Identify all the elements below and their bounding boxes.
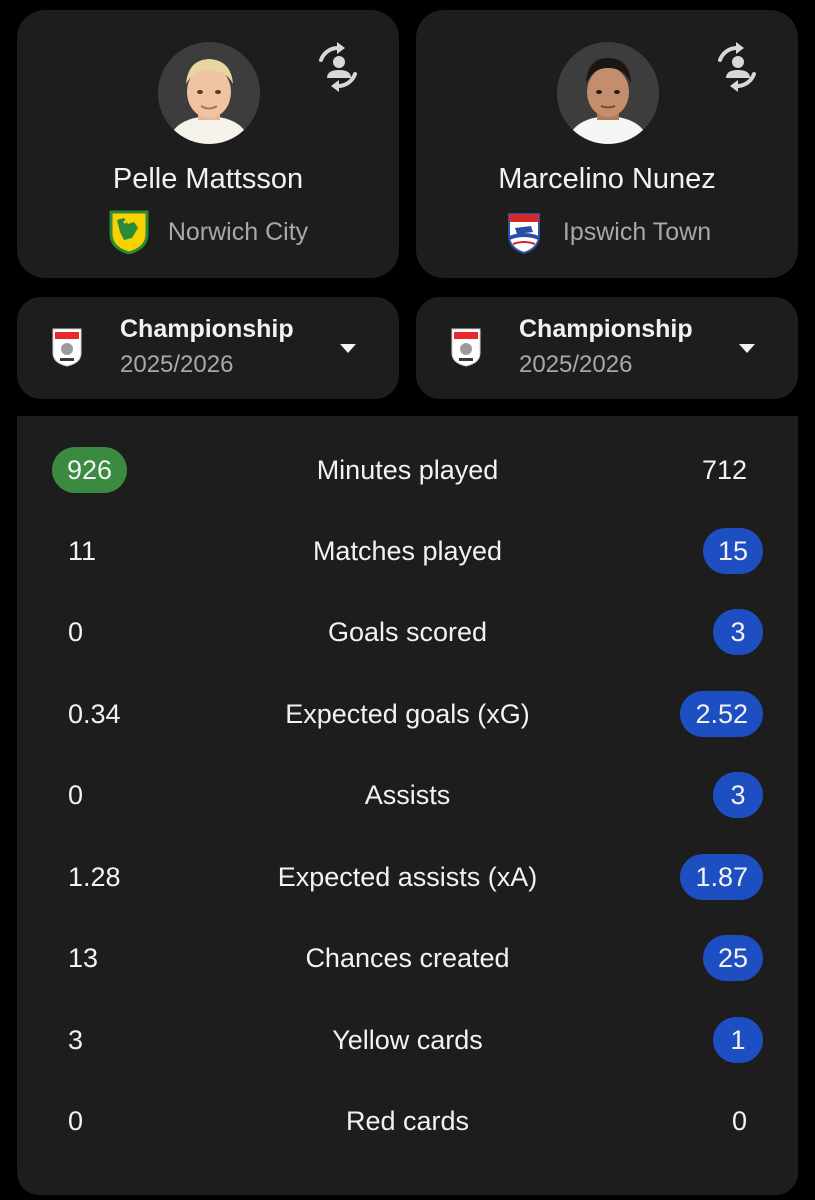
player-avatar-left (158, 42, 260, 144)
stat-label: Minutes played (316, 455, 499, 485)
norwich-city-logo-icon (109, 210, 149, 254)
stat-value-right: 25 (702, 935, 763, 981)
stat-row: 0.34 Expected goals (xG) 2.52 (17, 684, 798, 744)
stat-label: Red cards (345, 1106, 470, 1136)
stat-value-right: 712 (701, 455, 747, 485)
stat-label: Assists (364, 780, 451, 810)
stats-comparison-table: 926 Minutes played 712 11 Matches played… (17, 416, 798, 1195)
team-row-left[interactable]: Norwich City (17, 210, 399, 254)
championship-logo-icon (450, 327, 482, 367)
league-selector-left[interactable]: Championship 2025/2026 (17, 297, 399, 399)
stat-label: Chances created (305, 943, 510, 973)
player-name-right: Marcelino Nunez (498, 163, 716, 195)
stat-row: 0 Goals scored 3 (17, 602, 798, 662)
stat-row: 0 Red cards 0 (17, 1091, 798, 1151)
player-avatar-right (557, 42, 659, 144)
stat-value-right: 3 (713, 609, 763, 655)
stat-row: 13 Chances created 25 (17, 928, 798, 988)
stat-row: 1.28 Expected assists (xA) 1.87 (17, 847, 798, 907)
chevron-down-icon[interactable] (339, 342, 357, 354)
league-selector-right[interactable]: Championship 2025/2026 (416, 297, 798, 399)
swap-player-icon[interactable] (311, 40, 365, 94)
stat-row: 0 Assists 3 (17, 765, 798, 825)
league-season-left: 2025/2026 (120, 351, 234, 378)
player-name-left: Pelle Mattsson (112, 163, 304, 195)
stat-value-right: 3 (713, 772, 763, 818)
stat-value-right: 1 (713, 1017, 763, 1063)
chevron-down-icon[interactable] (738, 342, 756, 354)
stat-value-right: 1.87 (680, 854, 763, 900)
stat-label: Goals scored (327, 617, 488, 647)
stat-row: 3 Yellow cards 1 (17, 1010, 798, 1070)
ipswich-town-logo-icon (507, 213, 540, 254)
team-name-left: Norwich City (167, 217, 309, 246)
team-name-right: Ipswich Town (562, 217, 712, 246)
stat-value-right: 0 (731, 1106, 747, 1136)
league-name-left: Championship (120, 315, 294, 343)
stat-label: Yellow cards (332, 1025, 483, 1055)
league-season-right: 2025/2026 (519, 351, 633, 378)
player-card-left[interactable]: Pelle Mattsson Norwich City (17, 10, 399, 278)
stat-row: 11 Matches played 15 (17, 521, 798, 581)
player-card-right[interactable]: Marcelino Nunez Ipswich Town (416, 10, 798, 278)
stat-value-right: 15 (702, 528, 763, 574)
stat-row: 926 Minutes played 712 (17, 440, 798, 500)
team-row-right[interactable]: Ipswich Town (416, 210, 798, 254)
stat-value-right: 2.52 (680, 691, 763, 737)
swap-player-icon[interactable] (710, 40, 764, 94)
championship-logo-icon (51, 327, 83, 367)
league-name-right: Championship (519, 315, 693, 343)
stat-label: Matches played (312, 536, 503, 566)
